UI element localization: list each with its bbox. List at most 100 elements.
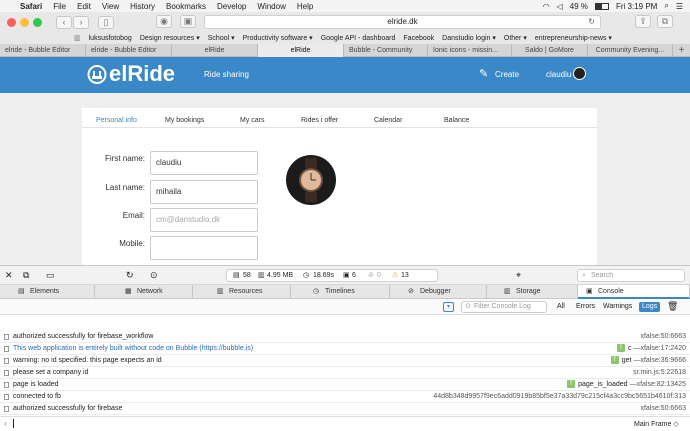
browser-tab[interactable]: Bubble - Community (344, 44, 428, 57)
reload-page-icon[interactable]: ↻ (126, 270, 134, 281)
avatar[interactable] (573, 67, 586, 80)
tab-debugger[interactable]: ⊘ Debugger (390, 285, 487, 299)
browser-tab[interactable]: Ionic icons - missin... (428, 44, 512, 57)
size-value[interactable]: 4.95 MB (267, 270, 293, 281)
site-logo[interactable]: elRide (109, 61, 175, 87)
tab-console-active[interactable]: ▣ Console (578, 285, 690, 299)
dock-bottom-icon[interactable]: ▭ (46, 270, 55, 281)
menu-window[interactable]: Window (257, 2, 285, 11)
filter-warnings[interactable]: Warnings (603, 303, 632, 310)
extension-icon[interactable]: ◉ (156, 15, 172, 28)
nav-ride-sharing[interactable]: Ride sharing (204, 70, 249, 79)
browser-tab-active[interactable]: elRide (258, 44, 344, 57)
last-name-field[interactable]: mihaila (150, 180, 258, 204)
tab-my-bookings[interactable]: My bookings (165, 117, 204, 124)
browser-tab[interactable]: Saldo | GoMore (512, 44, 588, 57)
target-icon[interactable]: ⌖ (516, 270, 521, 281)
console-source[interactable]: xfalse:50:6663 (640, 403, 686, 415)
new-tab-button[interactable]: + (673, 44, 690, 56)
menu-history[interactable]: History (130, 2, 155, 11)
menu-edit[interactable]: Edit (77, 2, 91, 11)
create-link[interactable]: Create (495, 70, 519, 79)
clock[interactable]: Fri 3:19 PM (616, 2, 657, 11)
console-source[interactable]: —xfalse:82:13425 (630, 381, 686, 388)
favorite-item[interactable]: Other ▾ (504, 34, 527, 42)
tab-balance[interactable]: Balance (444, 117, 469, 124)
favorite-item[interactable]: Danstudio login ▾ (442, 34, 496, 42)
mobile-field[interactable] (150, 236, 258, 260)
console-row[interactable]: authorized successfully for firebase_wor… (0, 331, 690, 343)
tab-network[interactable]: ▦ Network (95, 285, 193, 299)
errors-count[interactable]: 0 (377, 270, 381, 281)
tab-elements[interactable]: ▤ Elements (0, 285, 95, 299)
logs-count[interactable]: 6 (352, 270, 356, 281)
address-bar[interactable]: elride.dk ↻ (204, 15, 601, 29)
battery-label[interactable]: 49 % (570, 2, 588, 11)
minimize-window-button[interactable] (20, 17, 29, 27)
console-row[interactable]: warning: no id specified. this page expe… (0, 355, 690, 367)
show-tabs-icon[interactable]: ⧉ (657, 15, 673, 28)
console-row[interactable]: This web application is entirely built w… (0, 343, 690, 355)
browser-tab[interactable]: elride - Bubble Editor (0, 44, 86, 57)
wifi-icon[interactable]: ◠ (543, 2, 550, 11)
close-devtools-icon[interactable]: ✕ (5, 270, 13, 281)
frame-selector[interactable]: Main Frame ◇ (634, 420, 679, 428)
filter-logs-active[interactable]: Logs (639, 302, 661, 312)
console-source[interactable]: xfalse:50:6663 (640, 331, 686, 343)
console-row[interactable]: please set a company id sr.min.js:5:2261… (0, 367, 690, 379)
warnings-count[interactable]: 13 (401, 270, 409, 281)
browser-tab[interactable]: elride - Bubble Editor (86, 44, 172, 57)
favorite-item[interactable]: Facebook (403, 35, 434, 42)
menu-bookmarks[interactable]: Bookmarks (166, 2, 206, 11)
console-source[interactable]: —xfalse:36:9666 (633, 357, 686, 364)
console-filter-input[interactable]: ⊙ Filter Console Log (461, 301, 547, 313)
tab-resources[interactable]: ▥ Resources (193, 285, 291, 299)
filter-all[interactable]: All (557, 303, 565, 310)
console-source[interactable]: sr.min.js:5:22618 (633, 367, 686, 379)
favorite-item[interactable]: luksusfotobog (89, 35, 132, 42)
tab-storage[interactable]: ▥ Storage (487, 285, 578, 299)
browser-tab[interactable]: elRide (172, 44, 258, 57)
filter-errors[interactable]: Errors (576, 303, 595, 310)
load-time[interactable]: 18.69s (313, 270, 334, 281)
devtools-search[interactable]: ⌕ Search (577, 269, 685, 282)
console-prompt[interactable]: › Main Frame ◇ (0, 416, 690, 431)
bookmarks-icon[interactable]: ▥ (74, 34, 81, 42)
favorite-item[interactable]: Google API - dashboard (321, 35, 396, 42)
sidebar-toggle-icon[interactable]: ▯ (98, 15, 114, 29)
create-icon[interactable]: ✎ (479, 67, 488, 80)
tab-my-cars[interactable]: My cars (240, 117, 265, 124)
tab-personal-info[interactable]: Personal info (96, 117, 137, 124)
console-source[interactable]: 44d8b348d9957f9ec6add0919b85bf5e37a33d79… (433, 391, 686, 403)
tab-rides-i-offer[interactable]: Rides i offer (301, 117, 338, 124)
console-row[interactable]: authorized successfully for firebase xfa… (0, 403, 690, 415)
email-field[interactable]: cm@danstudio.dk (150, 208, 258, 232)
back-button[interactable]: ‹ (56, 15, 72, 29)
user-name[interactable]: claudiu (546, 70, 571, 79)
menu-help[interactable]: Help (297, 2, 313, 11)
menu-view[interactable]: View (102, 2, 119, 11)
favorite-item[interactable]: Productivity software ▾ (243, 34, 313, 42)
logo-plug-icon[interactable] (87, 64, 107, 85)
favorite-item[interactable]: Design resources ▾ (140, 34, 200, 42)
menu-develop[interactable]: Develop (217, 2, 246, 11)
volume-icon[interactable]: ◁ (557, 2, 563, 11)
forward-button[interactable]: › (73, 15, 89, 29)
console-source[interactable]: —xfalse:17:2420 (633, 345, 686, 352)
tab-calendar[interactable]: Calendar (374, 117, 402, 124)
trash-icon[interactable]: 🗑 (667, 301, 678, 312)
tab-timelines[interactable]: ◷ Timelines (291, 285, 390, 299)
browser-tab[interactable]: Community Evening... (588, 44, 673, 57)
close-window-button[interactable] (7, 17, 16, 27)
console-row[interactable]: connected to fb 44d8b348d9957f9ec6add091… (0, 391, 690, 403)
search-icon[interactable]: ⌕ (664, 1, 668, 11)
reload-icon[interactable]: ↻ (588, 16, 595, 28)
menu-file[interactable]: File (53, 2, 66, 11)
dock-icon[interactable]: ⧉ (23, 270, 29, 281)
profile-photo[interactable] (286, 155, 336, 205)
extension-shield-icon[interactable]: ▣ (180, 15, 196, 28)
share-icon[interactable]: ⇪ (635, 15, 651, 28)
clear-console-icon[interactable]: ▾ (443, 302, 454, 312)
menu-app-name[interactable]: Safari (20, 2, 42, 11)
console-row[interactable]: page is loaded f page_is_loaded —xfalse:82… (0, 379, 690, 391)
